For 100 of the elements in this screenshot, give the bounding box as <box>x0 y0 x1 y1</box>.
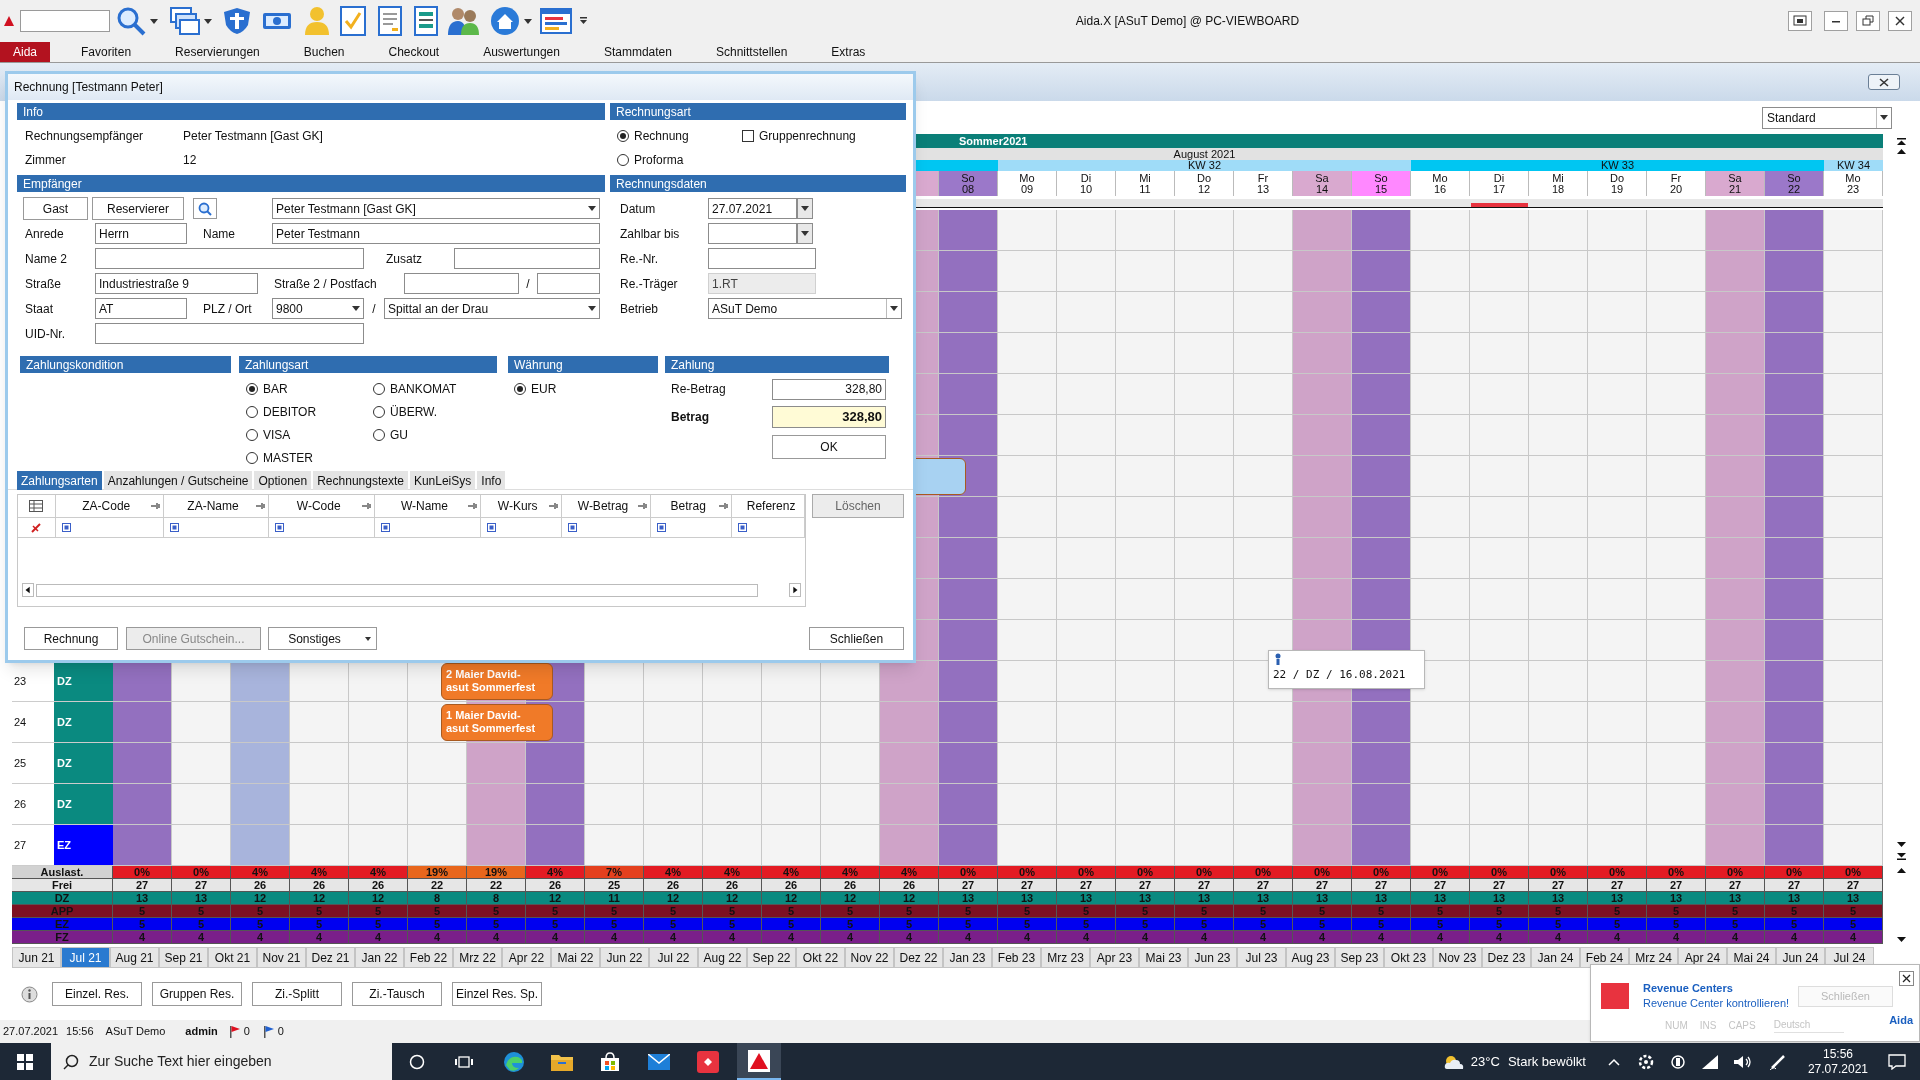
day-header[interactable]: Do 12 <box>1175 171 1234 196</box>
column-header[interactable]: ZA-Name <box>169 497 257 515</box>
day-header[interactable]: Sa 21 <box>1706 171 1765 196</box>
ok-button[interactable]: OK <box>772 435 886 459</box>
month-tab[interactable]: Jun 22 <box>600 947 649 968</box>
text-field[interactable]: 328,80 <box>772 378 886 400</box>
month-tab[interactable]: Nov 23 <box>1433 947 1482 968</box>
menu-item[interactable]: Aida <box>0 42 51 62</box>
month-tab[interactable]: Jan 24 <box>1531 947 1580 968</box>
dropdown-field[interactable]: Spittal an der Drau <box>384 298 600 319</box>
month-tab[interactable]: Okt 22 <box>796 947 845 968</box>
month-tab[interactable]: Sep 22 <box>747 947 796 968</box>
column-header[interactable]: W-Betrag <box>567 497 639 515</box>
month-tab[interactable]: Mai 23 <box>1139 947 1188 968</box>
day-header[interactable]: Di 10 <box>1057 171 1116 196</box>
day-header[interactable]: Fr 20 <box>1647 171 1706 196</box>
dropdown-button[interactable]: Sonstiges <box>268 627 377 650</box>
month-tab[interactable]: Okt 23 <box>1384 947 1433 968</box>
day-header[interactable]: Di 17 <box>1470 171 1529 196</box>
toolbar-button[interactable]: Gruppen Res. <box>152 982 242 1006</box>
dropdown-field[interactable]: ASuT Demo <box>708 298 902 319</box>
month-tab[interactable]: Jul 23 <box>1237 947 1286 968</box>
month-tab[interactable]: Jan 22 <box>355 947 404 968</box>
month-tab[interactable]: Mai 22 <box>551 947 600 968</box>
month-tab[interactable]: Aug 23 <box>1286 947 1335 968</box>
day-header[interactable]: Mo 23 <box>1824 171 1883 196</box>
text-field[interactable]: Peter Testmann <box>272 223 600 244</box>
search-input[interactable]: Zur Suche Text hier eingeben <box>89 1051 392 1072</box>
toolbar-button[interactable]: Einzel. Res. <box>52 982 142 1006</box>
month-tab[interactable]: Okt 21 <box>208 947 257 968</box>
dialog-tab[interactable]: Optionen <box>254 471 312 490</box>
month-tab[interactable]: Feb 23 <box>992 947 1041 968</box>
dialog-button[interactable]: Rechnung <box>24 627 118 650</box>
text-field[interactable]: 27.07.2021 <box>708 198 797 219</box>
dialog-tab[interactable]: Anzahlungen / Gutscheine <box>103 471 253 490</box>
dropdown-field[interactable]: 9800 <box>272 298 364 319</box>
menu-item[interactable]: Schnittstellen <box>702 42 801 62</box>
dialog-button[interactable]: Schließen <box>809 627 904 650</box>
view-dropdown[interactable]: Standard <box>1762 106 1892 129</box>
month-tab[interactable]: Apr 23 <box>1090 947 1139 968</box>
notification-message: Revenue Center kontrollieren! <box>1643 996 1790 1011</box>
month-tab[interactable]: Sep 21 <box>159 947 208 968</box>
menu-item[interactable]: Auswertungen <box>470 42 573 62</box>
month-tab[interactable]: Aug 22 <box>698 947 747 968</box>
column-header[interactable]: W-Code <box>275 497 363 515</box>
month-tab[interactable]: Dez 22 <box>894 947 943 968</box>
column-header[interactable]: Referenz <box>738 497 804 515</box>
stat-cell: 26 <box>880 879 939 891</box>
month-tab[interactable]: Jul 22 <box>649 947 698 968</box>
dialog-button[interactable]: Gast <box>23 197 88 220</box>
menu-item[interactable]: Stammdaten <box>590 42 685 62</box>
day-header[interactable]: Sa 14 <box>1293 171 1352 196</box>
dialog-tab[interactable]: Info <box>477 471 506 490</box>
toolbar-button[interactable]: Zi.-Tausch <box>352 982 442 1006</box>
column-header[interactable]: ZA-Code <box>61 497 151 515</box>
dialog-tab[interactable]: Zahlungsarten <box>17 471 102 490</box>
month-tab[interactable]: Dez 21 <box>306 947 355 968</box>
month-tab[interactable]: Nov 22 <box>845 947 894 968</box>
month-tab[interactable]: Jun 21 <box>12 947 61 968</box>
menu-item[interactable]: Buchen <box>290 42 358 62</box>
day-header[interactable]: Mo 16 <box>1411 171 1470 196</box>
text-field[interactable]: AT <box>95 298 187 319</box>
toolbar-button[interactable]: Einzel Res. Sp. <box>452 982 542 1006</box>
day-header[interactable]: So 22 <box>1765 171 1824 196</box>
menu-item[interactable]: Reservierungen <box>162 42 273 62</box>
day-header[interactable]: Mi 18 <box>1529 171 1588 196</box>
column-header[interactable]: W-Name <box>381 497 468 515</box>
day-header[interactable]: Mo 09 <box>998 171 1057 196</box>
month-tab[interactable]: Jul 21 <box>61 947 110 968</box>
month-tab[interactable]: Jan 23 <box>943 947 992 968</box>
month-tab[interactable]: Nov 21 <box>257 947 306 968</box>
month-tab[interactable]: Sep 23 <box>1335 947 1384 968</box>
month-tab[interactable]: Dez 23 <box>1482 947 1531 968</box>
column-header[interactable]: W-Kurs <box>486 497 549 515</box>
dialog-tab[interactable]: Rechnungstexte <box>313 471 408 490</box>
dropdown-field[interactable]: Peter Testmann [Gast GK] <box>272 198 600 219</box>
toolbar-button[interactable]: Zi.-Splitt <box>252 982 342 1006</box>
menu-item[interactable]: Extras <box>818 42 879 62</box>
text-field[interactable]: 328,80 <box>772 406 886 428</box>
day-header[interactable]: Mi 11 <box>1116 171 1175 196</box>
month-tab[interactable]: Mrz 22 <box>453 947 502 968</box>
month-tab[interactable]: Feb 22 <box>404 947 453 968</box>
day-header[interactable]: So 08 <box>939 171 998 196</box>
month-tab[interactable]: Aug 21 <box>110 947 159 968</box>
menu-item[interactable]: Checkout <box>375 42 453 62</box>
day-header[interactable]: Fr 13 <box>1234 171 1293 196</box>
column-header[interactable]: Betrag <box>657 497 720 515</box>
month-tab[interactable]: Apr 22 <box>502 947 551 968</box>
room-type-cell: DZ <box>54 661 113 701</box>
month-tab[interactable]: Jun 23 <box>1188 947 1237 968</box>
dialog-button[interactable]: Reservierer <box>92 197 184 220</box>
month-tab[interactable]: Mrz 23 <box>1041 947 1090 968</box>
menu-item[interactable]: Favoriten <box>68 42 145 62</box>
day-header[interactable]: Do 19 <box>1588 171 1647 196</box>
text-field[interactable]: Industriestraße 9 <box>95 273 258 294</box>
search-box[interactable]: Zur Suche Text hier eingeben <box>51 1043 392 1080</box>
dialog-tab[interactable]: KunLeiSys <box>409 471 476 490</box>
stat-cell: 5 <box>467 905 526 917</box>
text-field[interactable]: Herrn <box>95 223 187 244</box>
day-header[interactable]: So 15 <box>1352 171 1411 196</box>
